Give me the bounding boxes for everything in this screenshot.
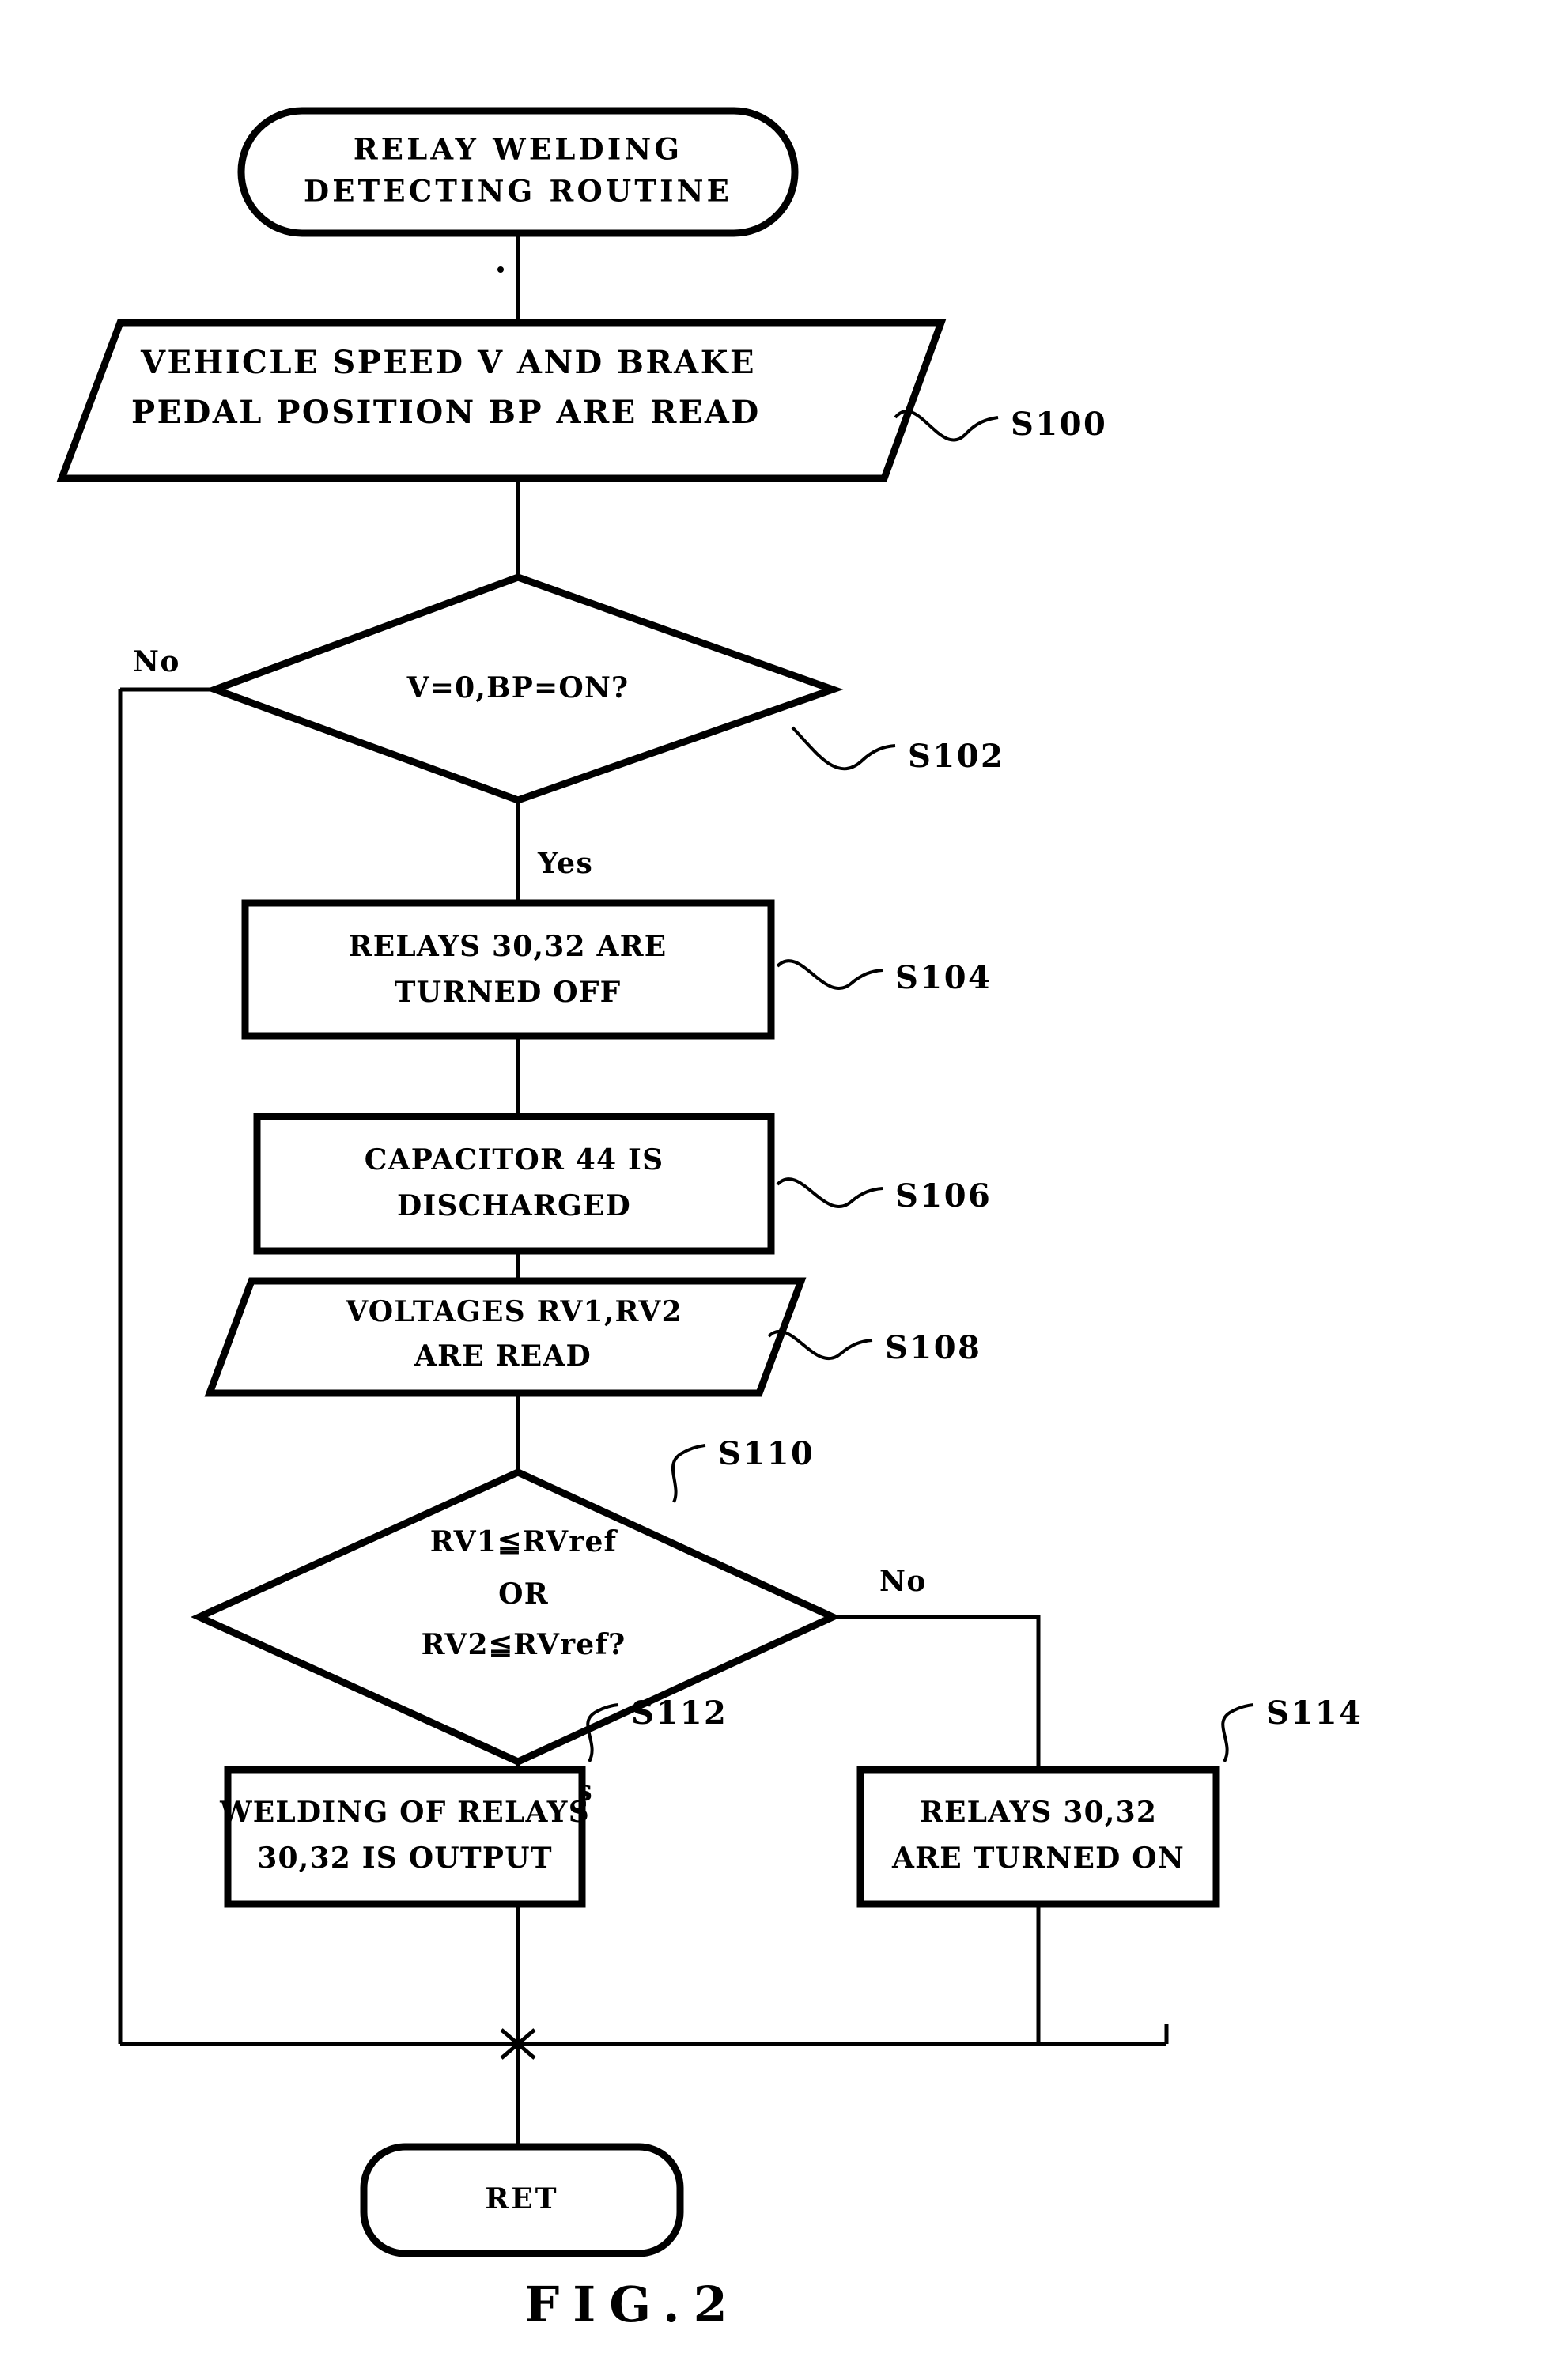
s114-leader-line	[1221, 1703, 1254, 1762]
s102-step-label: S102	[908, 738, 1004, 775]
connector-s110-no-to-s114	[833, 1615, 1041, 1770]
node-s106: CAPACITOR 44 IS DISCHARGED S106	[253, 1113, 992, 1255]
s102-no-label: No	[133, 645, 180, 678]
node-start: RELAY WELDING DETECTING ROUTINE	[237, 107, 799, 237]
flowchart-canvas: RELAY WELDING DETECTING ROUTINE VEHICLE …	[56, 107, 1363, 2333]
connector-tick-dot	[497, 266, 504, 273]
s106-process-shape	[253, 1113, 775, 1255]
node-s108: VOLTAGES RV1,RV2 ARE READ S108	[204, 1277, 981, 1397]
s110-leader-line	[671, 1444, 706, 1503]
s114-step-label: S114	[1266, 1694, 1363, 1732]
s114-line1: RELAYS 30,32	[920, 1796, 1157, 1829]
s110-decision-shape	[191, 1468, 841, 1766]
s110-no-label: No	[879, 1565, 927, 1598]
s112-step-label: S112	[631, 1694, 728, 1732]
s104-step-label: S104	[895, 959, 992, 996]
s108-line2: ARE READ	[414, 1339, 592, 1373]
s100-line1: VEHICLE SPEED V AND BRAKE	[140, 344, 756, 381]
s102-condition: V=0,BP=ON?	[406, 671, 630, 705]
node-s110: RV1≦RVref OR RV2≦RVref? S110 No Yes	[191, 1435, 927, 1808]
s112-line1: WELDING OF RELAYS	[219, 1796, 590, 1829]
s106-line1: CAPACITOR 44 IS	[365, 1143, 664, 1177]
node-ret: RET	[360, 2143, 684, 2257]
s106-line2: DISCHARGED	[397, 1189, 631, 1222]
node-s100: VEHICLE SPEED V AND BRAKE PEDAL POSITION…	[56, 319, 1107, 482]
ret-label: RET	[485, 2182, 558, 2216]
s102-yes-label: Yes	[537, 847, 593, 880]
s104-leader-line	[776, 959, 883, 991]
figure-caption: FIG.2	[524, 2276, 740, 2333]
s114-line2: ARE TURNED ON	[891, 1842, 1185, 1875]
s110-line1: RV1≦RVref	[430, 1525, 618, 1558]
start-line2: DETECTING ROUTINE	[304, 174, 732, 209]
s100-line2: PEDAL POSITION BP ARE READ	[131, 394, 761, 431]
s114-process-shape	[856, 1766, 1220, 1908]
start-line1: RELAY WELDING	[354, 132, 682, 167]
s110-line2: OR	[498, 1577, 549, 1611]
node-s104: RELAYS 30,32 ARE TURNED OFF S104	[241, 899, 992, 1040]
s110-step-label: S110	[718, 1435, 815, 1472]
s112-line2: 30,32 IS OUTPUT	[257, 1842, 552, 1875]
s108-line1: VOLTAGES RV1,RV2	[345, 1295, 682, 1328]
s108-step-label: S108	[885, 1329, 981, 1366]
s106-leader-line	[776, 1177, 883, 1209]
patent-figure: RELAY WELDING DETECTING ROUTINE VEHICLE …	[0, 0, 1554, 2380]
s110-line3: RV2≦RVref?	[422, 1628, 626, 1661]
node-s114: RELAYS 30,32 ARE TURNED ON S114	[856, 1694, 1363, 1908]
s104-line2: TURNED OFF	[395, 976, 622, 1009]
s104-process-shape	[241, 899, 775, 1040]
start-terminal-shape	[237, 107, 799, 237]
s112-process-shape	[224, 1766, 586, 1908]
s102-leader-line	[791, 726, 896, 771]
s100-step-label: S100	[1011, 406, 1107, 443]
s104-line1: RELAYS 30,32 ARE	[349, 930, 667, 963]
s106-step-label: S106	[895, 1177, 992, 1215]
node-s102: V=0,BP=ON? No Yes S102	[133, 573, 1004, 880]
